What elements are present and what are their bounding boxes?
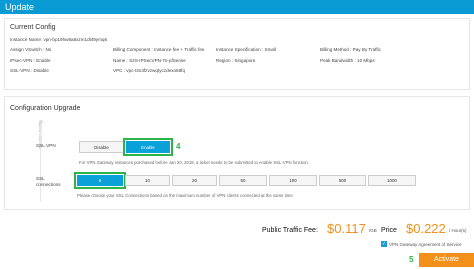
conn-option-100[interactable]: 100	[269, 175, 317, 186]
config-field: Assign VSwitch : No	[10, 47, 52, 52]
activate-button[interactable]: Activate	[419, 253, 474, 267]
step-5-marker: 5	[409, 255, 414, 264]
config-field: SSL-VPN : Disable	[10, 68, 49, 73]
config-field: Peak Bandwidth : 10 Mbps	[320, 58, 375, 63]
config-field: IPsec-VPN : Enable	[10, 58, 51, 63]
page-header: Update	[0, 0, 474, 14]
enable-note: For VPN Gateway instances purchased befo…	[79, 160, 310, 165]
agreement-link[interactable]: VPN Gateway Agreement of Service	[389, 242, 462, 247]
side-divider	[40, 124, 41, 202]
step-4-marker: 4	[176, 142, 181, 151]
conn-option-20[interactable]: 20	[172, 175, 217, 186]
upgrade-title: Configuration Upgrade	[10, 105, 81, 112]
conn-option-500[interactable]: 500	[319, 175, 366, 186]
ssl-connections-label: SSL connections	[36, 176, 61, 187]
config-field: Instance Specification : Small	[216, 47, 277, 52]
connections-note: Please choose your SSL Connections based…	[77, 193, 293, 198]
ssl-vpn-label: SSL-VPN	[36, 143, 56, 148]
conn-option-5[interactable]: 5	[77, 175, 123, 186]
config-field: Name : S2S-IPSecVPN-To-pfSense	[113, 58, 186, 63]
config-field: VPC : vpc-t4n3fzvzwqtyczdexo58fq	[113, 68, 186, 73]
current-config-panel	[4, 18, 470, 90]
instance-name: Instance Name: vpn-bp19hw8a8xzm1dl49ymq6	[10, 37, 108, 42]
price-value: $0.222	[406, 221, 446, 236]
disable-button[interactable]: Disable	[79, 141, 124, 153]
page-title: Update	[5, 2, 35, 12]
conn-option-1000[interactable]: 1000	[368, 175, 416, 186]
traffic-fee-unit: /GB	[369, 228, 377, 233]
enable-button[interactable]: Enable	[126, 141, 170, 153]
conn-option-50[interactable]: 50	[219, 175, 267, 186]
current-config-title: Current Config	[10, 24, 56, 31]
conn-option-10[interactable]: 10	[125, 175, 170, 186]
config-field: Billing Method : Pay By Traffic	[320, 47, 381, 52]
traffic-fee-value: $0.117	[327, 221, 366, 236]
traffic-fee-label: Public Traffic Fee:	[262, 227, 318, 234]
config-field: Billing Component : Instance fee + Traff…	[113, 47, 205, 52]
agreement-checkbox[interactable]: ✓	[381, 241, 387, 247]
price-unit: / Hour(s)	[449, 228, 467, 233]
price-label: Price	[381, 227, 397, 234]
config-field: Region : Singapore	[216, 58, 256, 63]
